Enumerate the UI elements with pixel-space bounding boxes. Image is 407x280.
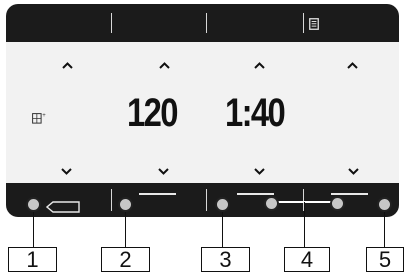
callout-marker-1 <box>26 197 41 212</box>
top-bar <box>6 4 399 40</box>
callout-line-4 <box>304 202 305 247</box>
chevron-down-icon[interactable] <box>348 162 359 180</box>
button-3[interactable] <box>237 193 274 195</box>
setting-icon: + <box>32 111 47 129</box>
bottom-separator <box>206 189 207 211</box>
top-separator <box>303 13 304 33</box>
callout-line-1 <box>33 212 34 247</box>
back-arrow-icon[interactable] <box>45 200 80 217</box>
label-box-4: 4 <box>284 247 330 272</box>
svg-text:+: + <box>42 113 46 119</box>
button-4[interactable] <box>331 193 368 195</box>
chevron-up-icon[interactable] <box>347 56 358 74</box>
label-box-3: 3 <box>201 247 250 272</box>
callout-marker-5 <box>377 197 392 212</box>
chevron-down-icon[interactable] <box>158 162 169 180</box>
label-box-5: 5 <box>366 247 404 272</box>
top-separator <box>111 13 112 33</box>
label-box-2: 2 <box>101 247 150 272</box>
label-box-1: 1 <box>8 247 57 272</box>
document-icon[interactable] <box>309 17 319 35</box>
callout-marker-3 <box>215 197 230 212</box>
button-2[interactable] <box>139 193 176 195</box>
top-separator <box>206 13 207 33</box>
callout-marker-4b <box>330 196 345 211</box>
callout-line-5 <box>384 212 385 247</box>
temperature-value: 120 <box>127 91 178 135</box>
chevron-up-icon[interactable] <box>254 56 265 74</box>
callout-line-2 <box>125 212 126 247</box>
control-panel: + 120 1:40 <box>6 4 399 217</box>
callout-marker-4a <box>264 196 279 211</box>
callout-marker-2 <box>118 197 133 212</box>
bottom-separator <box>111 189 112 211</box>
chevron-up-icon[interactable] <box>159 56 170 74</box>
display-screen: + 120 1:40 <box>6 42 399 183</box>
callout-line-3 <box>222 212 223 247</box>
chevron-up-icon[interactable] <box>62 56 73 74</box>
chevron-down-icon[interactable] <box>61 162 72 180</box>
chevron-down-icon[interactable] <box>254 162 265 180</box>
time-value: 1:40 <box>225 91 286 135</box>
